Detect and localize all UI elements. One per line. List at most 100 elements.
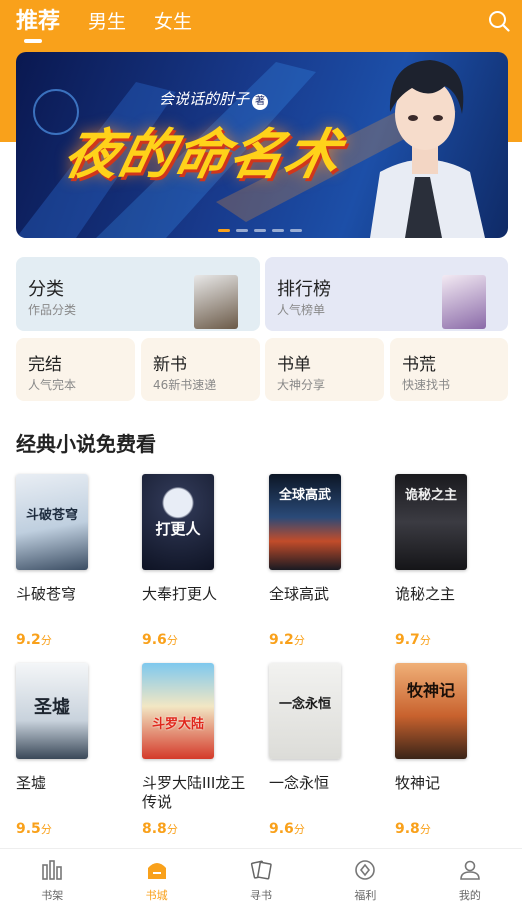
promo-banner[interactable]: 会说话的肘子著 夜的命名术 xyxy=(16,52,508,238)
book-cover[interactable]: 打更人 xyxy=(142,474,214,570)
score-value: 9.7 xyxy=(395,632,420,648)
score-unit: 分 xyxy=(419,823,431,836)
nav-profile[interactable]: 我的 xyxy=(418,849,522,905)
cover-title: 牧神记 xyxy=(406,681,455,700)
cover-title: 诡秘之主 xyxy=(404,488,457,503)
cover-title: 斗罗大陆 xyxy=(151,717,204,732)
book-item[interactable]: 诡秘之主 诡秘之主 9.7分 xyxy=(395,474,505,648)
bottom-nav: 书架 书城 寻书 福利 我的 xyxy=(0,848,522,905)
score-unit: 分 xyxy=(419,634,431,647)
category-card-ranking[interactable]: 排行榜 人气榜单 xyxy=(265,257,508,331)
book-score: 9.5分 xyxy=(16,821,126,837)
banner-author-name: 会说话的肘子 xyxy=(159,90,250,108)
banner-character-illustration xyxy=(370,60,485,238)
book-item[interactable]: 圣墟 圣墟 9.5分 xyxy=(16,663,126,837)
category-card-findbook[interactable]: 书荒 快速找书 xyxy=(390,338,508,401)
nav-label: 我的 xyxy=(458,889,481,902)
score-value: 9.2 xyxy=(269,632,294,648)
category-title: 书荒 xyxy=(402,355,436,375)
nav-find-book[interactable]: 寻书 xyxy=(209,849,313,905)
book-score: 9.8分 xyxy=(395,821,505,837)
nav-bookstore[interactable]: 书城 xyxy=(104,849,208,905)
tab-female[interactable]: 女生 xyxy=(154,8,192,36)
book-cover[interactable]: 诡秘之主 xyxy=(395,474,467,570)
nav-label: 福利 xyxy=(354,889,377,902)
book-stack-illustration xyxy=(442,275,486,329)
book-score: 9.2分 xyxy=(16,632,126,648)
category-subtitle: 作品分类 xyxy=(28,303,77,317)
banner-dot[interactable] xyxy=(218,229,230,232)
category-card-classify[interactable]: 分类 作品分类 xyxy=(16,257,260,331)
category-card-new[interactable]: 新书 46新书速递 xyxy=(141,338,260,401)
category-title: 分类 xyxy=(28,279,64,300)
book-item[interactable]: 一念永恒 一念永恒 9.6分 xyxy=(269,663,379,837)
welfare-icon xyxy=(355,860,376,880)
banner-author-badge: 著 xyxy=(252,94,269,110)
book-item[interactable]: 全球高武 全球高武 9.2分 xyxy=(269,474,379,648)
top-tabs: 推荐 男生 女生 xyxy=(16,4,220,43)
book-score: 9.2分 xyxy=(269,632,379,648)
book-title[interactable]: 斗罗大陆III龙王传说 xyxy=(142,774,252,814)
book-title[interactable]: 大奉打更人 xyxy=(142,585,252,625)
score-unit: 分 xyxy=(293,634,305,647)
score-unit: 分 xyxy=(166,823,178,836)
book-cover[interactable]: 全球高武 xyxy=(269,474,341,570)
nav-bookshelf[interactable]: 书架 xyxy=(0,849,104,905)
book-title[interactable]: 全球高武 xyxy=(269,585,379,625)
category-subtitle: 46新书速递 xyxy=(153,378,217,392)
book-score: 8.8分 xyxy=(142,821,252,837)
banner-author: 会说话的肘子著 xyxy=(159,88,269,110)
banner-dot[interactable] xyxy=(272,229,284,232)
book-stack-illustration xyxy=(194,275,238,329)
category-subtitle: 人气榜单 xyxy=(277,303,326,317)
book-title[interactable]: 诡秘之主 xyxy=(395,585,505,625)
book-item[interactable]: 斗罗大陆 斗罗大陆III龙王传说 8.8分 xyxy=(142,663,252,837)
book-score: 9.7分 xyxy=(395,632,505,648)
cover-title: 全球高武 xyxy=(278,488,331,503)
search-icon[interactable] xyxy=(488,10,510,32)
book-title[interactable]: 圣墟 xyxy=(16,774,126,814)
nav-welfare[interactable]: 福利 xyxy=(313,849,417,905)
category-subtitle: 大神分享 xyxy=(277,378,326,392)
cover-title: 打更人 xyxy=(155,520,201,538)
book-cover[interactable]: 牧神记 xyxy=(395,663,467,759)
book-item[interactable]: 牧神记 牧神记 9.8分 xyxy=(395,663,505,837)
book-cover[interactable]: 一念永恒 xyxy=(269,663,341,759)
book-title[interactable]: 斗破苍穹 xyxy=(16,585,126,625)
book-cover[interactable]: 斗破苍穹 xyxy=(16,474,88,570)
nav-label: 书架 xyxy=(41,889,64,902)
score-value: 8.8 xyxy=(142,821,167,837)
banner-dot[interactable] xyxy=(236,229,248,232)
category-title: 完结 xyxy=(28,355,62,375)
book-item[interactable]: 打更人 大奉打更人 9.6分 xyxy=(142,474,252,648)
bookstore-icon xyxy=(147,863,166,879)
category-title: 书单 xyxy=(277,355,311,375)
category-title: 新书 xyxy=(153,355,187,375)
banner-dot[interactable] xyxy=(254,229,266,232)
book-cover[interactable]: 圣墟 xyxy=(16,663,88,759)
category-subtitle: 人气完本 xyxy=(28,378,77,392)
book-title[interactable]: 一念永恒 xyxy=(269,774,379,814)
find-book-icon xyxy=(250,860,272,880)
cover-title: 斗破苍穹 xyxy=(25,508,78,523)
book-cover[interactable]: 斗罗大陆 xyxy=(142,663,214,759)
score-unit: 分 xyxy=(166,634,178,647)
score-value: 9.6 xyxy=(142,632,167,648)
category-title: 排行榜 xyxy=(277,279,331,300)
tab-male[interactable]: 男生 xyxy=(88,8,126,36)
category-card-booklist[interactable]: 书单 大神分享 xyxy=(265,338,384,401)
category-subtitle: 快速找书 xyxy=(402,378,451,392)
banner-pagination xyxy=(218,229,308,232)
banner-dot[interactable] xyxy=(290,229,302,232)
category-card-finished[interactable]: 完结 人气完本 xyxy=(16,338,135,401)
nav-label: 寻书 xyxy=(250,889,273,902)
book-item[interactable]: 斗破苍穹 斗破苍穹 9.2分 xyxy=(16,474,126,648)
cover-title: 一念永恒 xyxy=(278,697,331,712)
book-score: 9.6分 xyxy=(142,632,252,648)
score-unit: 分 xyxy=(293,823,305,836)
section-title: 经典小说免费看 xyxy=(16,432,156,456)
tab-recommend[interactable]: 推荐 xyxy=(16,8,60,43)
bookshelf-icon xyxy=(42,860,63,880)
score-value: 9.5 xyxy=(16,821,41,837)
book-title[interactable]: 牧神记 xyxy=(395,774,505,814)
